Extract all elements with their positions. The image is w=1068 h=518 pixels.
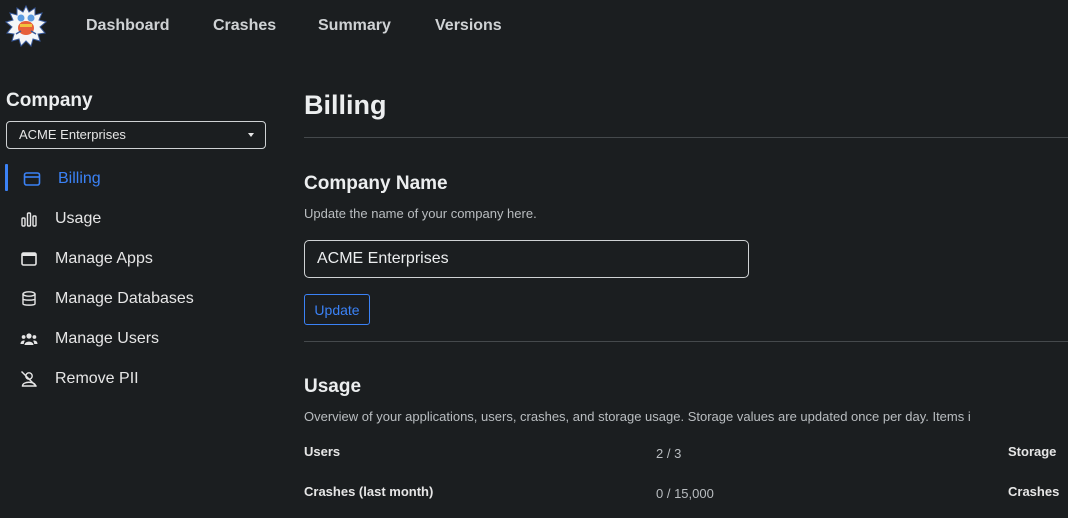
usage-label-crashes: Crashes <box>1008 484 1060 499</box>
user-remove-icon <box>21 371 37 387</box>
company-name-heading: Company Name <box>304 173 448 194</box>
database-icon <box>22 291 36 306</box>
sidebar-item-manage-databases[interactable]: Manage Databases <box>0 287 280 311</box>
usage-heading: Usage <box>304 376 362 397</box>
sidebar-item-remove-pii[interactable]: Remove PII <box>0 367 280 391</box>
caret-down-icon <box>248 133 254 137</box>
sidebar-item-label: Remove PII <box>55 370 139 387</box>
sidebar-item-label: Manage Users <box>55 330 160 347</box>
nav-summary[interactable]: Summary <box>318 17 391 35</box>
usage-value-users: 2 / 3 <box>656 446 682 461</box>
usage-label-crashes-last-month: Crashes (last month) <box>304 484 434 499</box>
window-icon <box>21 252 37 266</box>
company-name-input[interactable] <box>304 240 749 278</box>
divider <box>304 137 1068 138</box>
usage-description: Overview of your applications, users, cr… <box>304 409 971 424</box>
nav-versions[interactable]: Versions <box>435 17 502 35</box>
divider <box>304 341 1068 342</box>
usage-value-crashes: 0 / 15,000 <box>656 486 714 501</box>
sidebar-title: Company <box>6 90 93 111</box>
bug-logo-icon[interactable] <box>4 4 48 48</box>
nav-dashboard[interactable]: Dashboard <box>86 17 170 35</box>
sidebar-item-billing[interactable]: Billing <box>0 164 280 191</box>
nav-crashes[interactable]: Crashes <box>213 17 276 35</box>
sidebar-item-label: Manage Databases <box>55 290 194 307</box>
company-select[interactable]: ACME Enterprises <box>6 121 266 149</box>
sidebar-item-manage-apps[interactable]: Manage Apps <box>0 247 280 271</box>
sidebar-item-label: Manage Apps <box>55 250 153 267</box>
active-indicator <box>5 164 8 191</box>
credit-card-icon <box>23 172 41 186</box>
company-select-value: ACME Enterprises <box>19 127 126 142</box>
company-name-description: Update the name of your company here. <box>304 206 537 221</box>
update-button[interactable]: Update <box>304 294 370 325</box>
sidebar-item-label: Billing <box>58 170 101 187</box>
usage-label-users: Users <box>304 444 341 459</box>
sidebar-item-label: Usage <box>55 210 102 227</box>
sidebar-item-usage[interactable]: Usage <box>0 207 280 231</box>
bar-chart-icon <box>21 212 37 227</box>
top-navbar: Dashboard Crashes Summary Versions <box>0 0 1068 54</box>
sidebar-item-manage-users[interactable]: Manage Users <box>0 327 280 351</box>
page-title: Billing <box>304 90 387 120</box>
usage-label-storage: Storage <box>1008 444 1057 459</box>
users-icon <box>20 333 38 345</box>
